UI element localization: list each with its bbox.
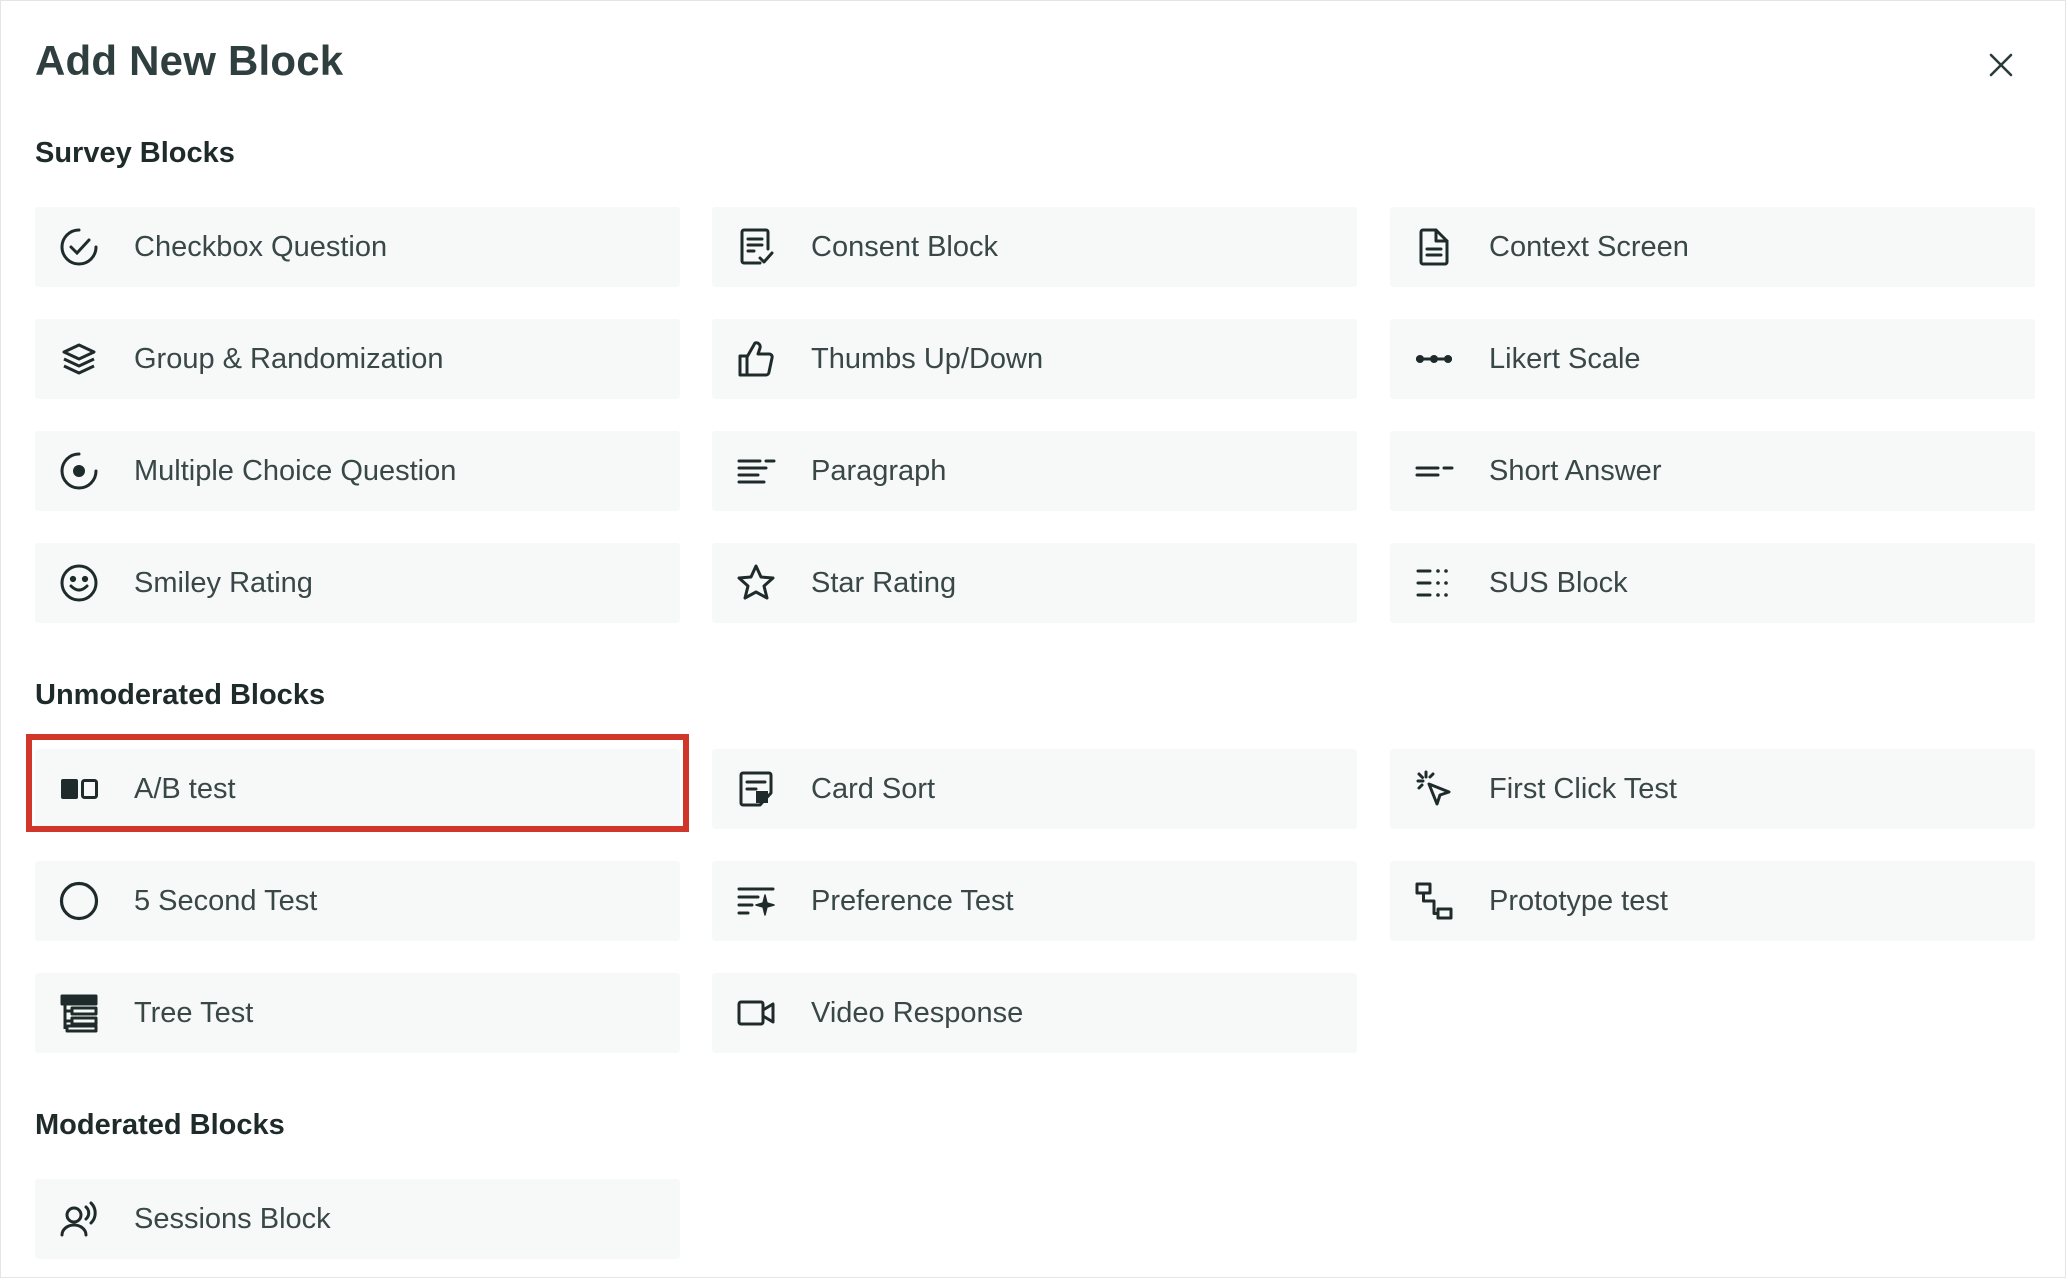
paragraph-icon [736,451,776,491]
close-button[interactable] [1981,45,2021,85]
block-label: Likert Scale [1489,343,1641,375]
smiley-icon [59,563,99,603]
block-label: Consent Block [811,231,998,263]
check-circle-icon [59,227,99,267]
block-label: A/B test [134,773,236,805]
dialog-title: Add New Block [35,37,344,84]
user-voice-icon [59,1199,99,1239]
block-label: First Click Test [1489,773,1677,805]
thumbs-up-icon [736,339,776,379]
block-short-answer[interactable]: Short Answer [1390,431,2035,511]
layers-icon [59,339,99,379]
section-title-unmoderated: Unmoderated Blocks [35,679,326,711]
block-label: Context Screen [1489,231,1689,263]
block-label: Paragraph [811,455,947,487]
block-smiley-rating[interactable]: Smiley Rating [35,543,680,623]
card-sort-icon [736,769,776,809]
video-icon [736,993,776,1033]
close-icon [1989,53,2013,77]
block-label: SUS Block [1489,567,1628,599]
block-consent[interactable]: Consent Block [712,207,1357,287]
block-label: 5 Second Test [134,885,318,917]
circle-icon [59,881,99,921]
ab-squares-icon [59,769,99,809]
block-label: Group & Randomization [134,343,444,375]
block-label: Star Rating [811,567,957,599]
block-label: Video Response [811,997,1024,1029]
block-label: Prototype test [1489,885,1668,917]
block-video-response[interactable]: Video Response [712,973,1357,1053]
block-label: Multiple Choice Question [134,455,457,487]
block-card-sort[interactable]: Card Sort [712,749,1357,829]
block-checkbox-question[interactable]: Checkbox Question [35,207,680,287]
block-label: Sessions Block [134,1203,331,1235]
list-grid-icon [1414,563,1454,603]
section-title-survey: Survey Blocks [35,137,235,169]
block-sus[interactable]: SUS Block [1390,543,2035,623]
block-paragraph[interactable]: Paragraph [712,431,1357,511]
block-label: Tree Test [134,997,254,1029]
flow-icon [1414,881,1454,921]
block-prototype-test[interactable]: Prototype test [1390,861,2035,941]
short-text-icon [1414,451,1454,491]
radio-icon [59,451,99,491]
block-star-rating[interactable]: Star Rating [712,543,1357,623]
cursor-click-icon [1414,769,1454,809]
block-label: Short Answer [1489,455,1662,487]
star-icon [736,563,776,603]
block-context-screen[interactable]: Context Screen [1390,207,2035,287]
block-label: Thumbs Up/Down [811,343,1044,375]
section-title-moderated: Moderated Blocks [35,1109,285,1141]
add-block-dialog: Add New Block Survey Blocks Checkbox Que… [0,0,2066,1278]
file-text-icon [1414,227,1454,267]
dots-line-icon [1414,339,1454,379]
block-group-randomization[interactable]: Group & Randomization [35,319,680,399]
tree-icon [59,993,99,1033]
block-sessions[interactable]: Sessions Block [35,1179,680,1259]
block-label: Preference Test [811,885,1014,917]
block-label: Smiley Rating [134,567,313,599]
block-likert-scale[interactable]: Likert Scale [1390,319,2035,399]
block-label: Checkbox Question [134,231,388,263]
block-ab-test[interactable]: A/B test [35,749,680,829]
sparkle-list-icon [736,881,776,921]
block-five-second-test[interactable]: 5 Second Test [35,861,680,941]
block-multiple-choice-question[interactable]: Multiple Choice Question [35,431,680,511]
block-preference-test[interactable]: Preference Test [712,861,1357,941]
document-check-icon [736,227,776,267]
block-thumbs-up-down[interactable]: Thumbs Up/Down [712,319,1357,399]
block-tree-test[interactable]: Tree Test [35,973,680,1053]
block-label: Card Sort [811,773,936,805]
block-first-click-test[interactable]: First Click Test [1390,749,2035,829]
